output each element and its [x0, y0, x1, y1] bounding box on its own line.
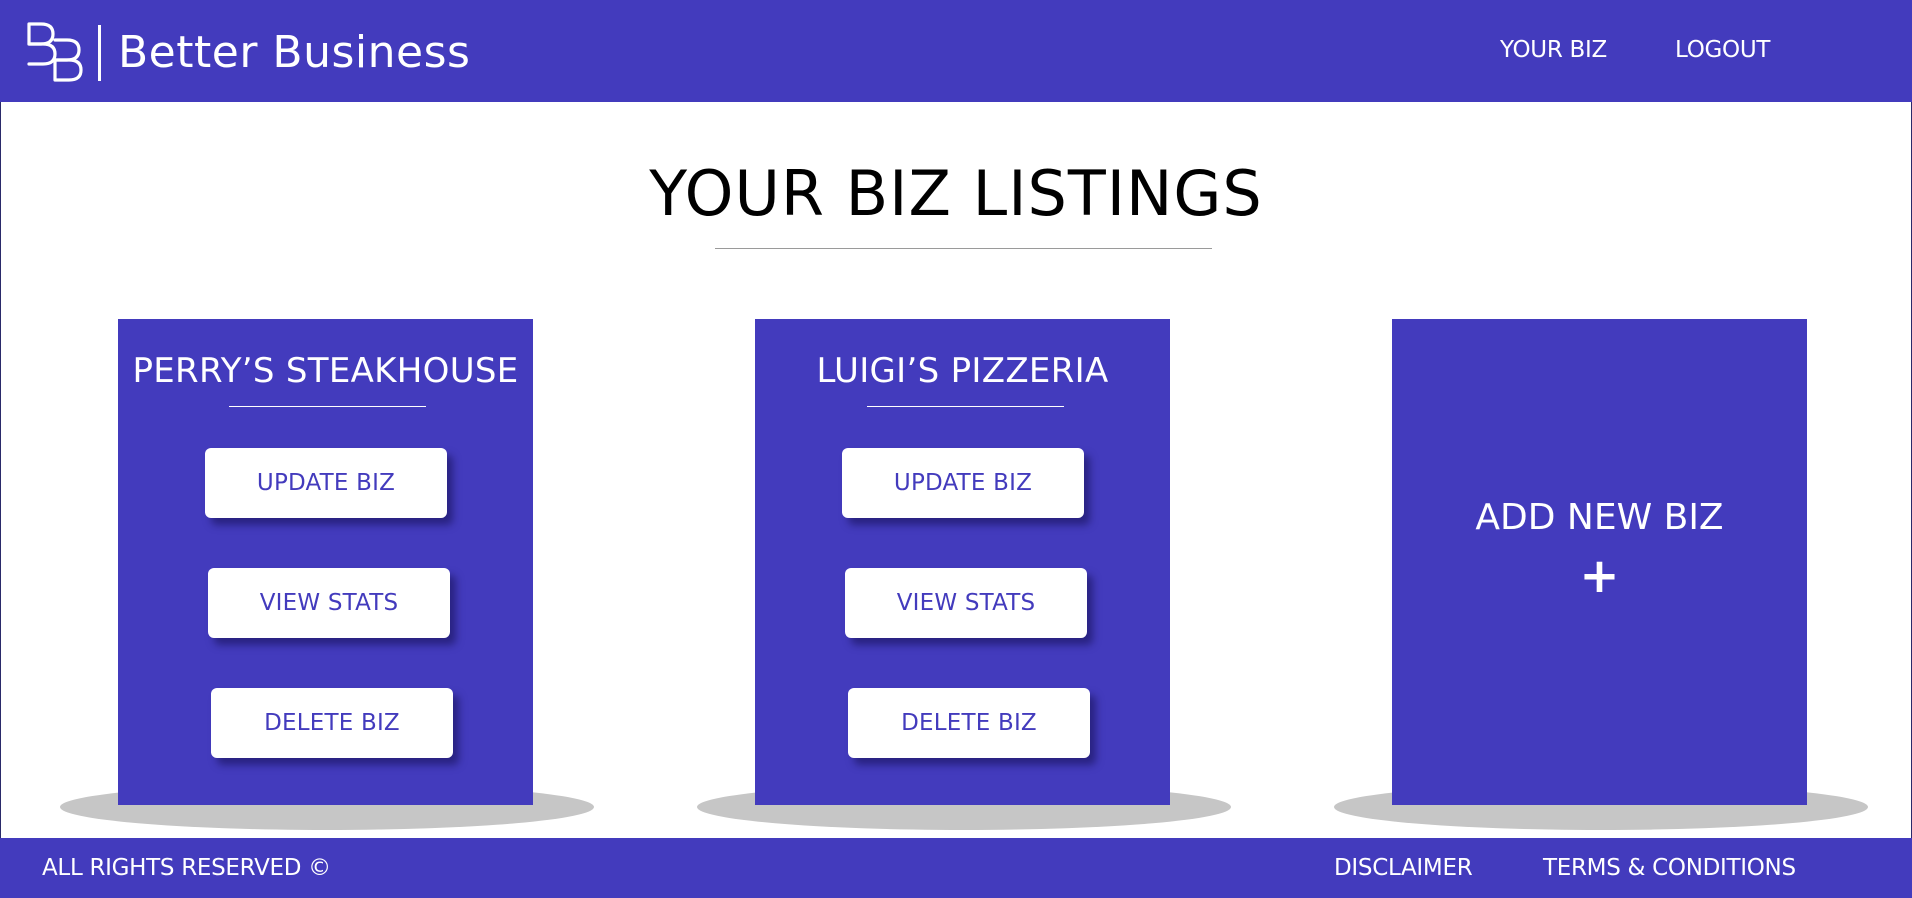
- bb-monogram-icon[interactable]: [26, 22, 84, 82]
- listing-name-underline: [229, 406, 426, 407]
- title-underline: [715, 248, 1212, 249]
- update-biz-button[interactable]: UPDATE BIZ: [842, 448, 1084, 518]
- copyright-text: ALL RIGHTS RESERVED ©: [42, 855, 331, 881]
- plus-icon[interactable]: +: [1392, 548, 1807, 604]
- listing-name: LUIGI’S PIZZERIA: [816, 351, 1109, 391]
- listing-name: PERRY’S STEAKHOUSE: [132, 351, 519, 391]
- listing-name-underline: [867, 406, 1064, 407]
- view-stats-button[interactable]: VIEW STATS: [845, 568, 1087, 638]
- terms-link[interactable]: TERMS & CONDITIONS: [1543, 854, 1796, 882]
- view-stats-button[interactable]: VIEW STATS: [208, 568, 450, 638]
- logo-divider: [98, 25, 101, 81]
- disclaimer-link[interactable]: DISCLAIMER: [1334, 854, 1473, 882]
- delete-biz-button[interactable]: DELETE BIZ: [211, 688, 453, 758]
- update-biz-button[interactable]: UPDATE BIZ: [205, 448, 447, 518]
- nav-your-biz-link[interactable]: YOUR BIZ: [1500, 36, 1607, 64]
- page-title: YOUR BIZ LISTINGS: [649, 157, 1263, 230]
- brand-name[interactable]: Better Business: [118, 27, 470, 79]
- add-new-biz-label[interactable]: ADD NEW BIZ: [1392, 496, 1807, 540]
- nav-logout-link[interactable]: LOGOUT: [1675, 36, 1770, 64]
- delete-biz-button[interactable]: DELETE BIZ: [848, 688, 1090, 758]
